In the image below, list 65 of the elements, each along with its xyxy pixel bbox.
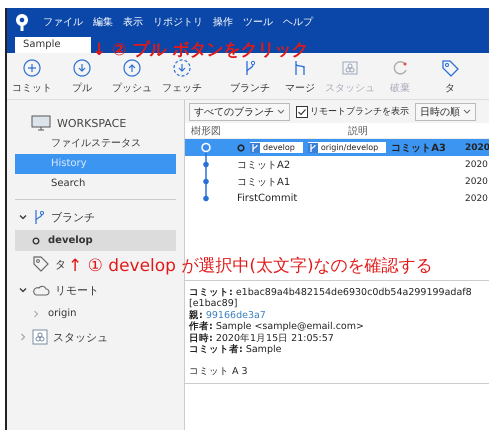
branch-icon [250, 142, 260, 152]
detail-line: 日時: 2020年1月15日 21:05:57 [189, 332, 335, 344]
section-label[interactable]: スタッシュ [53, 330, 108, 344]
checkbox[interactable] [296, 106, 308, 118]
caret-icon [463, 109, 472, 114]
commit-date: 2020 [465, 194, 489, 204]
menu-item[interactable]: 編集 [93, 14, 113, 28]
checkbox-label[interactable]: リモートブランチを表示 [310, 105, 410, 118]
plus-icon [22, 58, 42, 78]
menu-item[interactable]: リポジトリ [153, 14, 203, 28]
detail-line: 親: 99166de3a7 [189, 310, 267, 321]
toolbar-button[interactable]: プル [57, 58, 107, 94]
section-title: WORKSPACE [57, 116, 126, 130]
detail-line: [e1bac89] [189, 298, 238, 310]
menu-item[interactable]: ヘルプ [283, 14, 313, 28]
menu-item[interactable]: 操作 [213, 14, 233, 28]
menu-item[interactable]: ツール [243, 14, 273, 28]
detail-line: 作者: Sample <sample@email.com> [189, 321, 365, 333]
toolbar-button[interactable]: フェッチ [157, 58, 207, 94]
stash-icon [32, 329, 48, 345]
chevron-icon[interactable] [19, 213, 27, 221]
tree-item[interactable]: develop [15, 230, 176, 251]
menu-item[interactable]: ファイル [43, 14, 83, 28]
cloud-icon [32, 284, 50, 296]
monitor-icon [31, 115, 51, 131]
section-label[interactable]: リモート [55, 282, 99, 298]
toolbar-button[interactable]: タ [425, 58, 475, 94]
detail-line: コミット: e1bac89a4b482154de6930c0db54a299199adaf8 [189, 287, 473, 298]
chevron-icon[interactable] [19, 286, 27, 294]
logo-icon [15, 12, 29, 30]
commit-row[interactable]: コミットA1 2020 [185, 173, 489, 190]
detail-line: コミット A 3 [189, 366, 249, 378]
tag-icon [440, 58, 460, 78]
branch-name: develop [263, 143, 295, 152]
column-header[interactable]: 説明 [227, 124, 489, 138]
column-header[interactable]: 樹形図 [185, 124, 227, 138]
section-label[interactable]: タ [55, 256, 66, 272]
toolbar-button[interactable]: ブランチ [225, 58, 275, 94]
toolbar-button[interactable]: マージ [275, 58, 325, 94]
section-label[interactable]: ブランチ [51, 210, 95, 224]
tag-icon [32, 255, 50, 273]
parent-link[interactable]: 99166de3a7 [206, 310, 266, 321]
commit-row[interactable]: FirstCommit 2020 [185, 190, 489, 207]
commit-date: 2020 [465, 176, 489, 186]
sidebar-item[interactable]: ファイルステータス [15, 134, 176, 154]
repo-tab[interactable]: Sample [15, 37, 91, 53]
commit-message: コミットA1 [237, 176, 290, 188]
commit-date: 2020 [465, 160, 489, 170]
sort-dropdown[interactable]: 日時の順 [415, 102, 476, 120]
menu-item[interactable]: 表示 [123, 14, 143, 28]
annotation-text: ↑ ① develop が選択中(太文字)なのを確認する [68, 255, 433, 277]
toolbar-button[interactable]: プッシュ [107, 58, 157, 94]
branch-filter-dropdown[interactable]: すべてのブランチ [189, 102, 290, 120]
branch-icon [308, 142, 318, 152]
commit-message: FirstCommit [237, 193, 298, 204]
detail-line: コミット者: Sample [189, 344, 282, 356]
head-marker-icon [237, 144, 245, 152]
toolbar-button[interactable]: コミット [7, 58, 57, 94]
commit-message: コミットA2 [237, 158, 290, 172]
tree-item[interactable]: origin [15, 303, 176, 324]
caret-icon [277, 109, 286, 114]
sidebar-item[interactable]: Search [15, 174, 176, 194]
branch-name: origin/develop [320, 143, 378, 152]
commit-row[interactable]: コミットA2 2020 [185, 156, 489, 173]
commit-message: コミットA3 [391, 142, 446, 154]
